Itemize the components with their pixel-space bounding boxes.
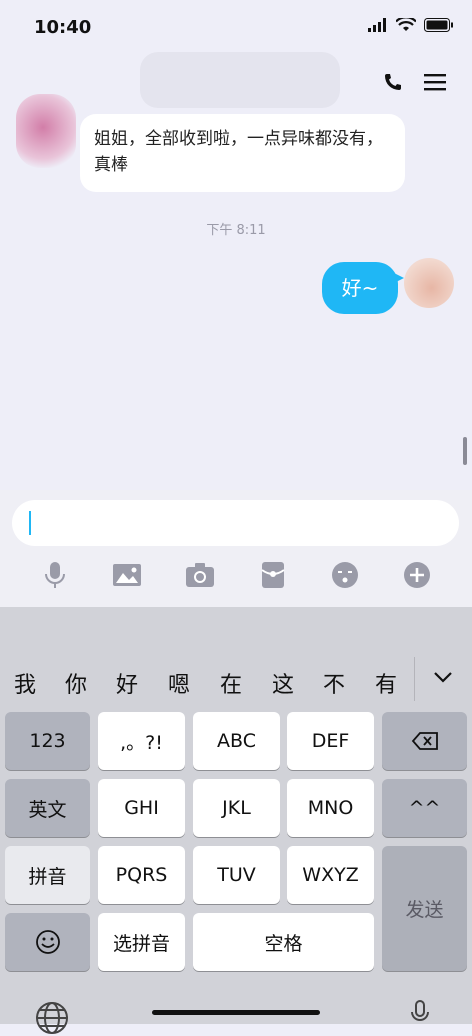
scrollbar[interactable] <box>463 437 467 465</box>
menu-icon[interactable] <box>424 72 446 92</box>
chat-header <box>0 52 472 110</box>
key-def[interactable]: DEF <box>287 712 374 770</box>
candidate-bar: 我 你 好 嗯 在 这 不 有 <box>0 657 472 707</box>
smiley-icon <box>35 930 60 954</box>
candidate-word[interactable]: 在 <box>220 667 242 699</box>
key-english[interactable]: 英文 <box>5 779 90 837</box>
status-bar: 10:40 <box>0 0 472 52</box>
message-input[interactable] <box>12 500 459 546</box>
candidate-word[interactable]: 我 <box>14 667 36 699</box>
red-packet-icon[interactable] <box>258 560 288 590</box>
contact-name-redacted <box>140 52 340 108</box>
dictation-mic-icon[interactable] <box>408 1000 432 1024</box>
key-punctuation[interactable]: ,。?! <box>98 712 185 770</box>
image-icon[interactable] <box>112 560 142 590</box>
emoji-key[interactable] <box>5 913 90 971</box>
key-pinyin[interactable]: 拼音 <box>5 846 90 904</box>
phone-icon[interactable] <box>383 72 403 92</box>
outgoing-message[interactable]: 好~ <box>322 262 404 314</box>
key-abc[interactable]: ABC <box>193 712 280 770</box>
backspace-icon <box>411 732 438 750</box>
key-123[interactable]: 123 <box>5 712 90 770</box>
home-indicator[interactable] <box>152 1010 320 1015</box>
camera-icon[interactable] <box>185 560 215 590</box>
signal-icon <box>368 18 386 32</box>
candidate-word[interactable]: 嗯 <box>168 667 190 699</box>
message-timestamp: 下午 8:11 <box>206 223 266 238</box>
candidate-word[interactable]: 好 <box>116 667 138 699</box>
key-jkl[interactable]: JKL <box>193 779 280 837</box>
microphone-icon[interactable] <box>40 560 70 590</box>
candidate-word[interactable]: 有 <box>375 667 397 699</box>
space-key[interactable]: 空格 <box>193 913 374 971</box>
candidate-word[interactable]: 这 <box>272 667 294 699</box>
candidate-word[interactable]: 你 <box>65 667 87 699</box>
my-avatar[interactable] <box>404 258 454 308</box>
backspace-key[interactable] <box>382 712 467 770</box>
contact-avatar[interactable] <box>16 94 76 168</box>
status-icons <box>368 18 454 32</box>
input-bar <box>0 490 472 607</box>
keyboard: 我 你 好 嗯 在 这 不 有 123 ,。?! ABC DEF 英文 GHI … <box>0 607 472 1034</box>
key-tuv[interactable]: TUV <box>193 846 280 904</box>
key-ghi[interactable]: GHI <box>98 779 185 837</box>
candidate-word[interactable]: 不 <box>323 667 345 699</box>
globe-icon[interactable] <box>34 1000 70 1036</box>
candidate-divider <box>414 657 415 701</box>
key-wxyz[interactable]: WXYZ <box>287 846 374 904</box>
battery-icon <box>424 18 453 32</box>
plus-icon[interactable] <box>402 560 432 590</box>
chat-toolbar <box>0 556 472 594</box>
status-time: 10:40 <box>34 17 92 38</box>
wifi-icon <box>396 18 416 31</box>
key-emoticon[interactable]: ^^ <box>382 779 467 837</box>
incoming-message[interactable]: 姐姐，全部收到啦，一点异味都没有，真棒 <box>80 114 405 192</box>
text-cursor <box>29 511 31 535</box>
send-button[interactable]: 发送 <box>382 846 467 971</box>
key-select-pinyin[interactable]: 选拼音 <box>98 913 185 971</box>
emoji-icon[interactable] <box>330 560 360 590</box>
key-mno[interactable]: MNO <box>287 779 374 837</box>
chevron-down-icon[interactable] <box>434 671 452 683</box>
key-pqrs[interactable]: PQRS <box>98 846 185 904</box>
